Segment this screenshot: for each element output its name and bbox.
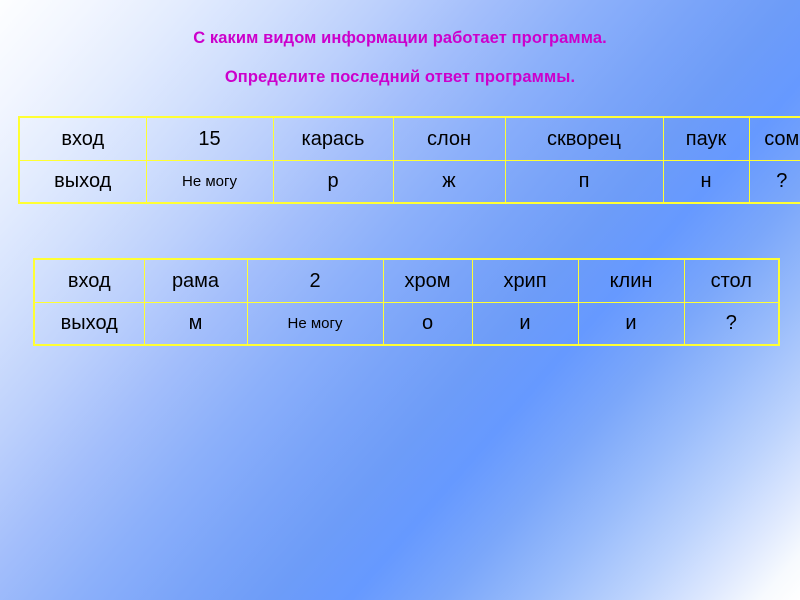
io-table-1: вход 15 карась слон скворец паук сом выход Не…: [18, 116, 800, 204]
cell-output-4: п: [504, 159, 664, 204]
cell-input-1: 15: [145, 116, 274, 161]
row-label-input: вход: [18, 116, 147, 161]
table-row-input: вход 15 карась слон скворец паук сом: [18, 116, 800, 161]
cell-output-1: м: [143, 301, 248, 346]
cell-input-3: хром: [382, 258, 473, 303]
headings-block: С каким видом информации работает програ…: [0, 0, 800, 87]
cell-output-2: Не могу: [246, 301, 384, 346]
heading-line-1: С каким видом информации работает програ…: [193, 29, 607, 47]
cell-output-5: и: [577, 301, 685, 346]
cell-input-4: скворец: [504, 116, 664, 161]
cell-input-3: слон: [392, 116, 506, 161]
table-row-output: выход м Не могу о и и?: [33, 301, 780, 346]
cell-output-3: ж: [392, 159, 506, 204]
cell-input-2: карась: [272, 116, 394, 161]
cell-output-2: р: [272, 159, 394, 204]
io-table-2: вход рама 2 хром хрип клин стол выход м Не мог…: [33, 258, 780, 346]
row-label-input: вход: [33, 258, 145, 303]
cell-input-6: сом: [748, 116, 800, 161]
cell-output-5: н: [662, 159, 750, 204]
table-row-output: выход Не могу р ж п н?: [18, 159, 800, 204]
cell-output-6: ?: [683, 301, 780, 346]
cell-input-5: паук: [662, 116, 750, 161]
cell-input-5: клин: [577, 258, 685, 303]
cell-input-1: рама: [143, 258, 248, 303]
cell-output-3: о: [382, 301, 473, 346]
row-label-output: выход: [18, 159, 147, 204]
cell-output-6: ?: [748, 159, 800, 204]
table-row-input: вход рама 2 хром хрип клин стол: [33, 258, 780, 303]
cell-input-2: 2: [246, 258, 384, 303]
cell-input-4: хрип: [471, 258, 579, 303]
row-label-output: выход: [33, 301, 145, 346]
slide-canvas: С каким видом информации работает програ…: [0, 0, 800, 600]
cell-input-6: стол: [683, 258, 780, 303]
heading-line-2: Определите последний ответ программы.: [224, 68, 576, 86]
cell-output-1: Не могу: [145, 159, 274, 204]
cell-output-4: и: [471, 301, 579, 346]
